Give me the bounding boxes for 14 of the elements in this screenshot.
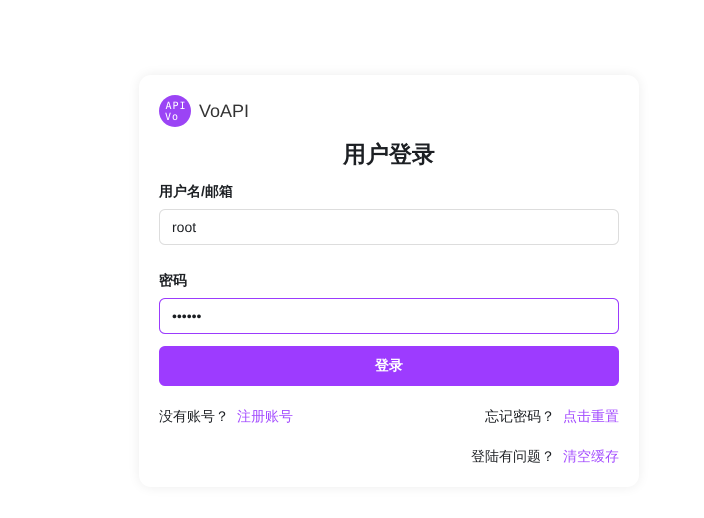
prompt-text: 登陆有问题？ xyxy=(471,446,555,466)
brand-name: VoAPI xyxy=(199,100,250,122)
link[interactable]: 注册账号 xyxy=(237,406,293,426)
logo-icon: API Vo xyxy=(159,95,191,127)
field-label: 用户名/邮箱 xyxy=(159,182,233,200)
field-label: 密码 xyxy=(159,270,187,290)
password-field[interactable]: •••••• xyxy=(159,298,619,334)
prompt-text: 忘记密码？ xyxy=(485,406,555,426)
link[interactable]: 清空缓存 xyxy=(563,446,619,466)
page-title: 用户登录 xyxy=(342,140,436,169)
login-button[interactable]: 登录 xyxy=(159,346,619,386)
prompt-text: 没有账号？ xyxy=(159,406,229,426)
link[interactable]: 点击重置 xyxy=(563,406,619,426)
username-field[interactable]: root xyxy=(159,208,619,244)
